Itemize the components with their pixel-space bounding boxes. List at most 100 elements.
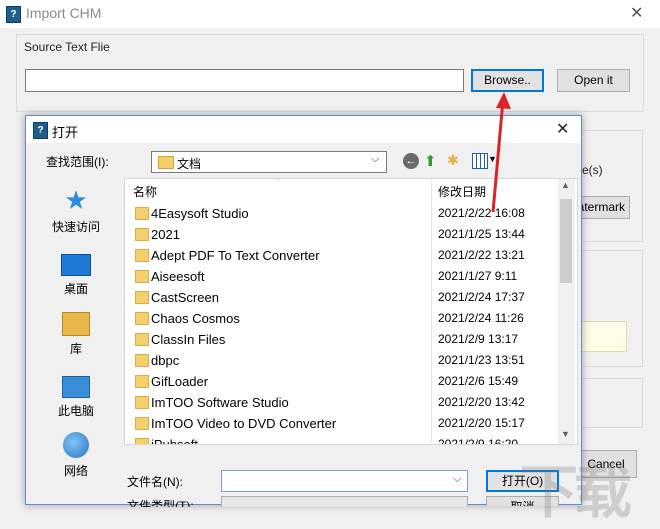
place-label: 网络 — [63, 464, 88, 478]
file-name: ImTOO Software Studio — [151, 395, 289, 410]
file-date: 2021/2/20 13:42 — [438, 395, 525, 409]
partial-label: e(s) — [582, 163, 603, 177]
folder-icon — [135, 438, 149, 444]
filename-label: 文件名(N): — [127, 475, 183, 489]
filetype-label: 文件类型(T): — [127, 499, 194, 507]
list-item[interactable]: iPubsoft 2021/2/9 16:20 — [133, 434, 558, 445]
place-network[interactable]: 网络 — [36, 432, 116, 479]
place-desktop[interactable]: 桌面 — [36, 248, 116, 297]
file-date: 2021/2/22 16:08 — [438, 206, 525, 220]
file-date: 2021/1/27 9:11 — [438, 269, 518, 283]
place-library[interactable]: 库 — [36, 308, 116, 357]
list-item[interactable]: GifLoader 2021/2/6 15:49 — [133, 371, 558, 392]
folder-icon — [135, 228, 149, 241]
import-chm-titlebar: ? Import CHM ✕ — [0, 0, 660, 28]
list-item[interactable]: 4Easysoft Studio 2021/2/22 16:08 — [133, 203, 558, 224]
file-date: 2021/2/6 15:49 — [438, 374, 519, 388]
folder-icon — [135, 270, 149, 283]
column-header-name[interactable]: 名称 — [133, 183, 157, 200]
file-date: 2021/1/23 13:51 — [438, 353, 525, 367]
scroll-up-icon[interactable]: ▲ — [561, 180, 570, 190]
back-icon[interactable]: ← — [403, 153, 419, 169]
open-it-button[interactable]: Open it — [557, 69, 630, 92]
window-title: Import CHM — [26, 5, 102, 21]
sort-ascending-icon: ^ — [275, 178, 280, 186]
folder-icon — [135, 417, 149, 430]
folder-icon — [135, 291, 149, 304]
folder-icon — [135, 249, 149, 262]
options-group-box — [576, 130, 643, 242]
file-name: 2021 — [151, 227, 180, 242]
close-icon[interactable]: ✕ — [630, 3, 643, 23]
vertical-scrollbar[interactable]: ▲ ▼ — [558, 179, 575, 444]
network-icon — [63, 432, 89, 458]
place-label: 库 — [69, 342, 82, 356]
browse-button[interactable]: Browse.. — [471, 69, 544, 92]
file-date: 2021/2/24 11:26 — [438, 311, 524, 325]
place-label: 此电脑 — [57, 404, 94, 418]
file-name: Adept PDF To Text Converter — [151, 248, 320, 263]
list-item[interactable]: ImTOO Software Studio 2021/2/20 13:42 — [133, 392, 558, 413]
file-date: 2021/2/24 17:37 — [438, 290, 525, 304]
look-in-label: 查找范围(I): — [46, 155, 109, 169]
list-item[interactable]: 2021 2021/1/25 13:44 — [133, 224, 558, 245]
info-box — [578, 321, 627, 352]
file-name: ImTOO Video to DVD Converter — [151, 416, 337, 431]
scroll-down-icon[interactable]: ▼ — [561, 429, 570, 439]
list-item[interactable]: ClassIn Files 2021/2/9 13:17 — [133, 329, 558, 350]
file-name: dbpc — [151, 353, 180, 368]
filetype-dropdown[interactable] — [221, 496, 468, 507]
file-name: CastScreen — [151, 290, 219, 305]
file-date: 2021/2/9 16:20 — [438, 437, 519, 445]
dialog-close-icon[interactable]: ✕ — [556, 119, 569, 139]
star-icon: ★ — [64, 185, 88, 215]
place-label: 快速访问 — [51, 220, 100, 234]
file-name: Chaos Cosmos — [151, 311, 240, 326]
progress-group-box — [576, 378, 643, 428]
list-item[interactable]: Chaos Cosmos 2021/2/24 11:26 — [133, 308, 558, 329]
view-dropdown-arrow-icon[interactable]: ▼ — [488, 154, 497, 164]
filename-field[interactable]: ⌵ — [221, 470, 468, 492]
computer-icon — [62, 376, 90, 398]
app-icon: ? — [6, 6, 21, 23]
file-name: ClassIn Files — [151, 332, 226, 347]
scrollbar-thumb[interactable] — [560, 199, 572, 283]
watermark-logo: 下载 — [520, 460, 632, 525]
new-folder-icon[interactable]: ✱ — [447, 152, 459, 169]
look-in-dropdown[interactable]: 文档 ⌵ — [151, 151, 387, 173]
look-in-value: 文档 — [177, 157, 202, 171]
documents-folder-icon — [158, 156, 174, 169]
file-date: 2021/2/22 13:21 — [438, 248, 525, 262]
column-header-date[interactable]: 修改日期 — [438, 183, 486, 200]
source-file-input[interactable] — [25, 69, 464, 92]
dialog-titlebar: ? 打开 ✕ — [26, 116, 581, 143]
list-item[interactable]: Adept PDF To Text Converter 2021/2/22 13:… — [133, 245, 558, 266]
file-name: Aiseesoft — [151, 269, 205, 284]
list-item[interactable]: ImTOO Video to DVD Converter 2021/2/20 15… — [133, 413, 558, 434]
file-name: 4Easysoft Studio — [151, 206, 249, 221]
list-item[interactable]: dbpc 2021/1/23 13:51 — [133, 350, 558, 371]
file-list[interactable]: ^ 名称 修改日期 4Easysoft Studio 2021/2/22 16:0… — [124, 178, 578, 445]
open-file-dialog: ? 打开 ✕ 查找范围(I): 文档 ⌵ ← ⬆ ✱ ▼ ★ 快速访问 桌面 库… — [25, 115, 582, 507]
desktop-icon — [61, 254, 91, 276]
folder-icon — [135, 396, 149, 409]
dialog-title: 打开 — [52, 125, 79, 140]
place-this-pc[interactable]: 此电脑 — [36, 370, 116, 419]
dialog-app-icon: ? — [33, 122, 48, 139]
list-item[interactable]: CastScreen 2021/2/24 17:37 — [133, 287, 558, 308]
folder-icon — [135, 312, 149, 325]
chevron-down-icon[interactable]: ⌵ — [453, 473, 461, 486]
place-quick-access[interactable]: ★ 快速访问 — [36, 186, 116, 235]
folder-icon — [135, 375, 149, 388]
library-icon — [62, 312, 90, 336]
view-menu-icon[interactable] — [472, 153, 488, 169]
file-date: 2021/2/20 15:17 — [438, 416, 525, 430]
file-date: 2021/2/9 13:17 — [438, 332, 519, 346]
file-date: 2021/1/25 13:44 — [438, 227, 525, 241]
folder-icon — [135, 333, 149, 346]
list-item[interactable]: Aiseesoft 2021/1/27 9:11 — [133, 266, 558, 287]
source-group-label: Source Text Flie — [24, 40, 110, 54]
folder-icon — [135, 207, 149, 220]
up-folder-icon[interactable]: ⬆ — [424, 152, 437, 170]
chevron-down-icon: ⌵ — [371, 153, 380, 165]
